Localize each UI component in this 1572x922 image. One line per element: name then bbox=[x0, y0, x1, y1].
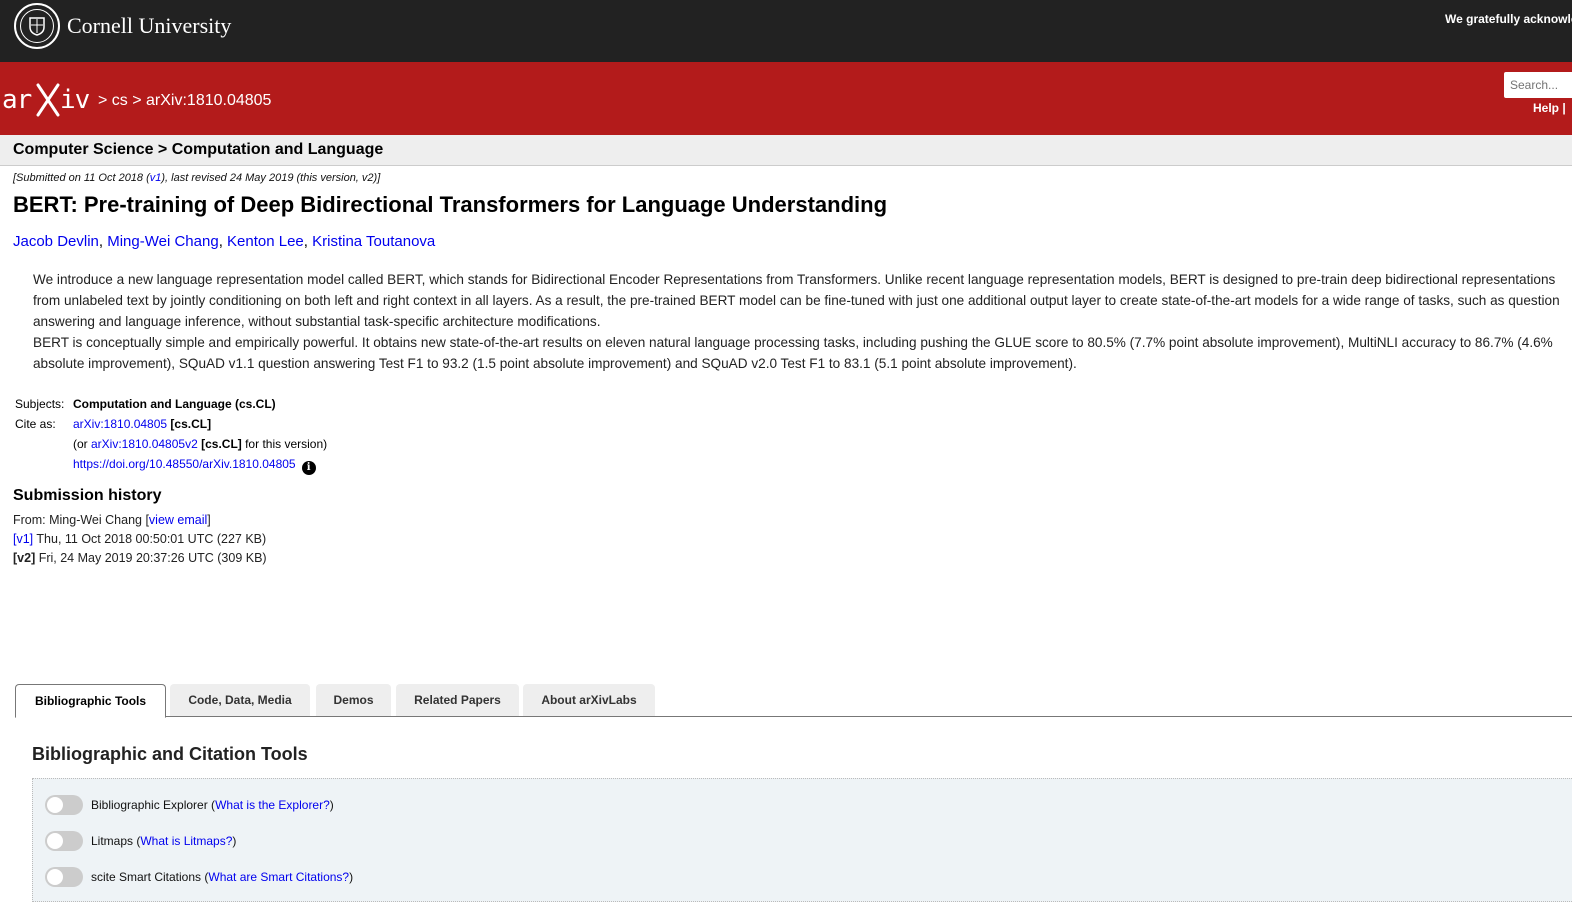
doi-link[interactable]: https://doi.org/10.48550/arXiv.1810.0480… bbox=[73, 457, 296, 471]
view-email-link[interactable]: view email bbox=[149, 513, 207, 527]
cite-tag: [cs.CL] bbox=[170, 417, 212, 431]
subjects-value: Computation and Language (cs.CL) bbox=[73, 397, 276, 411]
version-v2-label: [v2] bbox=[13, 551, 36, 565]
tool-row-explorer: Bibliographic Explorer (What is the Expl… bbox=[45, 795, 334, 815]
tool-label-end: ) bbox=[349, 870, 354, 884]
submission-history: From: Ming-Wei Chang [view email] [v1] T… bbox=[13, 511, 267, 568]
tool-help-link[interactable]: What are Smart Citations? bbox=[208, 870, 349, 884]
acknowledgement-text: We gratefully acknowle bbox=[1445, 12, 1572, 26]
author-link[interactable]: Jacob Devlin bbox=[13, 233, 99, 250]
cite-label: Cite as: bbox=[15, 417, 56, 431]
subject-bar: Computer Science > Computation and Langu… bbox=[0, 135, 1572, 166]
tab-demos[interactable]: Demos bbox=[316, 684, 391, 716]
version-v1-link[interactable]: [v1] bbox=[13, 532, 33, 546]
search-input[interactable] bbox=[1504, 72, 1572, 98]
version-v1-text: Thu, 11 Oct 2018 00:50:01 UTC (227 KB) bbox=[33, 532, 267, 546]
author-link[interactable]: Ming-Wei Chang bbox=[107, 233, 218, 250]
history-from-end: ] bbox=[207, 513, 211, 527]
tool-help-link[interactable]: What is Litmaps? bbox=[140, 834, 232, 848]
cite2-tag: [cs.CL] bbox=[201, 437, 242, 451]
tool-help-link[interactable]: What is the Explorer? bbox=[215, 798, 330, 812]
tab-bibliographic-tools[interactable]: Bibliographic Tools bbox=[15, 684, 166, 718]
tool-row-scite: scite Smart Citations (What are Smart Ci… bbox=[45, 867, 353, 887]
dateline-v1-link[interactable]: v1 bbox=[150, 172, 162, 184]
litmaps-toggle[interactable] bbox=[45, 831, 83, 851]
version-v2-text: Fri, 24 May 2019 20:37:26 UTC (309 KB) bbox=[35, 551, 267, 565]
svg-text:iv: iv bbox=[60, 85, 90, 115]
cite2-suffix: for this version) bbox=[241, 437, 328, 451]
cornell-seal-icon[interactable] bbox=[14, 3, 60, 49]
tools-panel: Bibliographic Explorer (What is the Expl… bbox=[32, 778, 1572, 902]
dateline-text-end: ), last revised 24 May 2019 (this versio… bbox=[161, 172, 381, 184]
abstract-paragraph: We introduce a new language representati… bbox=[33, 272, 1560, 329]
abstract-paragraph: BERT is conceptually simple and empirica… bbox=[33, 335, 1553, 371]
abstract: We introduce a new language representati… bbox=[33, 269, 1563, 374]
tool-label-end: ) bbox=[329, 798, 334, 812]
author-list: Jacob Devlin, Ming-Wei Chang, Kenton Lee… bbox=[13, 233, 436, 250]
author-link[interactable]: Kenton Lee bbox=[227, 233, 304, 250]
scite-toggle[interactable] bbox=[45, 867, 83, 887]
cite-link[interactable]: arXiv:1810.04805 bbox=[73, 417, 167, 431]
tab-about-arxivlabs[interactable]: About arXivLabs bbox=[523, 684, 655, 716]
subject-heading: Computer Science > Computation and Langu… bbox=[13, 141, 384, 158]
tab-related-papers[interactable]: Related Papers bbox=[396, 684, 519, 716]
paper-title: BERT: Pre-training of Deep Bidirectional… bbox=[13, 192, 888, 217]
cite-version-link[interactable]: arXiv:1810.04805v2 bbox=[91, 437, 198, 451]
explorer-toggle[interactable] bbox=[45, 795, 83, 815]
info-icon[interactable]: i bbox=[301, 461, 316, 475]
history-from: From: Ming-Wei Chang [ bbox=[13, 513, 149, 527]
help-link[interactable]: Help | bbox=[1533, 101, 1566, 115]
tool-label: scite Smart Citations ( bbox=[91, 870, 209, 884]
labs-tabs: Bibliographic Tools Code, Data, Media De… bbox=[15, 684, 1572, 718]
subjects-label: Subjects: bbox=[15, 397, 65, 411]
arxiv-header: ar iv > cs > arXiv:1810.04805 Help | bbox=[0, 62, 1572, 135]
metadata-table: Subjects: Computation and Language (cs.C… bbox=[15, 397, 415, 477]
dateline: [Submitted on 11 Oct 2018 (v1), last rev… bbox=[13, 172, 380, 184]
arxiv-logo-icon[interactable]: ar iv bbox=[0, 79, 96, 119]
dateline-text: [Submitted on 11 Oct 2018 ( bbox=[13, 172, 150, 184]
tools-title: Bibliographic and Citation Tools bbox=[32, 744, 308, 764]
svg-text:ar: ar bbox=[2, 85, 32, 115]
tab-code-data-media[interactable]: Code, Data, Media bbox=[170, 684, 310, 716]
tool-row-litmaps: Litmaps (What is Litmaps?) bbox=[45, 831, 236, 851]
tool-label-end: ) bbox=[232, 834, 237, 848]
submission-history-title: Submission history bbox=[13, 487, 162, 504]
tool-label: Bibliographic Explorer ( bbox=[91, 798, 216, 812]
cite2-prefix: (or bbox=[73, 437, 91, 451]
cornell-name[interactable]: Cornell University bbox=[67, 13, 231, 39]
tool-label: Litmaps ( bbox=[91, 834, 141, 848]
author-link[interactable]: Kristina Toutanova bbox=[312, 233, 435, 250]
breadcrumb[interactable]: > cs > arXiv:1810.04805 bbox=[98, 92, 271, 110]
cornell-bar: Cornell University We gratefully acknowl… bbox=[0, 0, 1572, 62]
